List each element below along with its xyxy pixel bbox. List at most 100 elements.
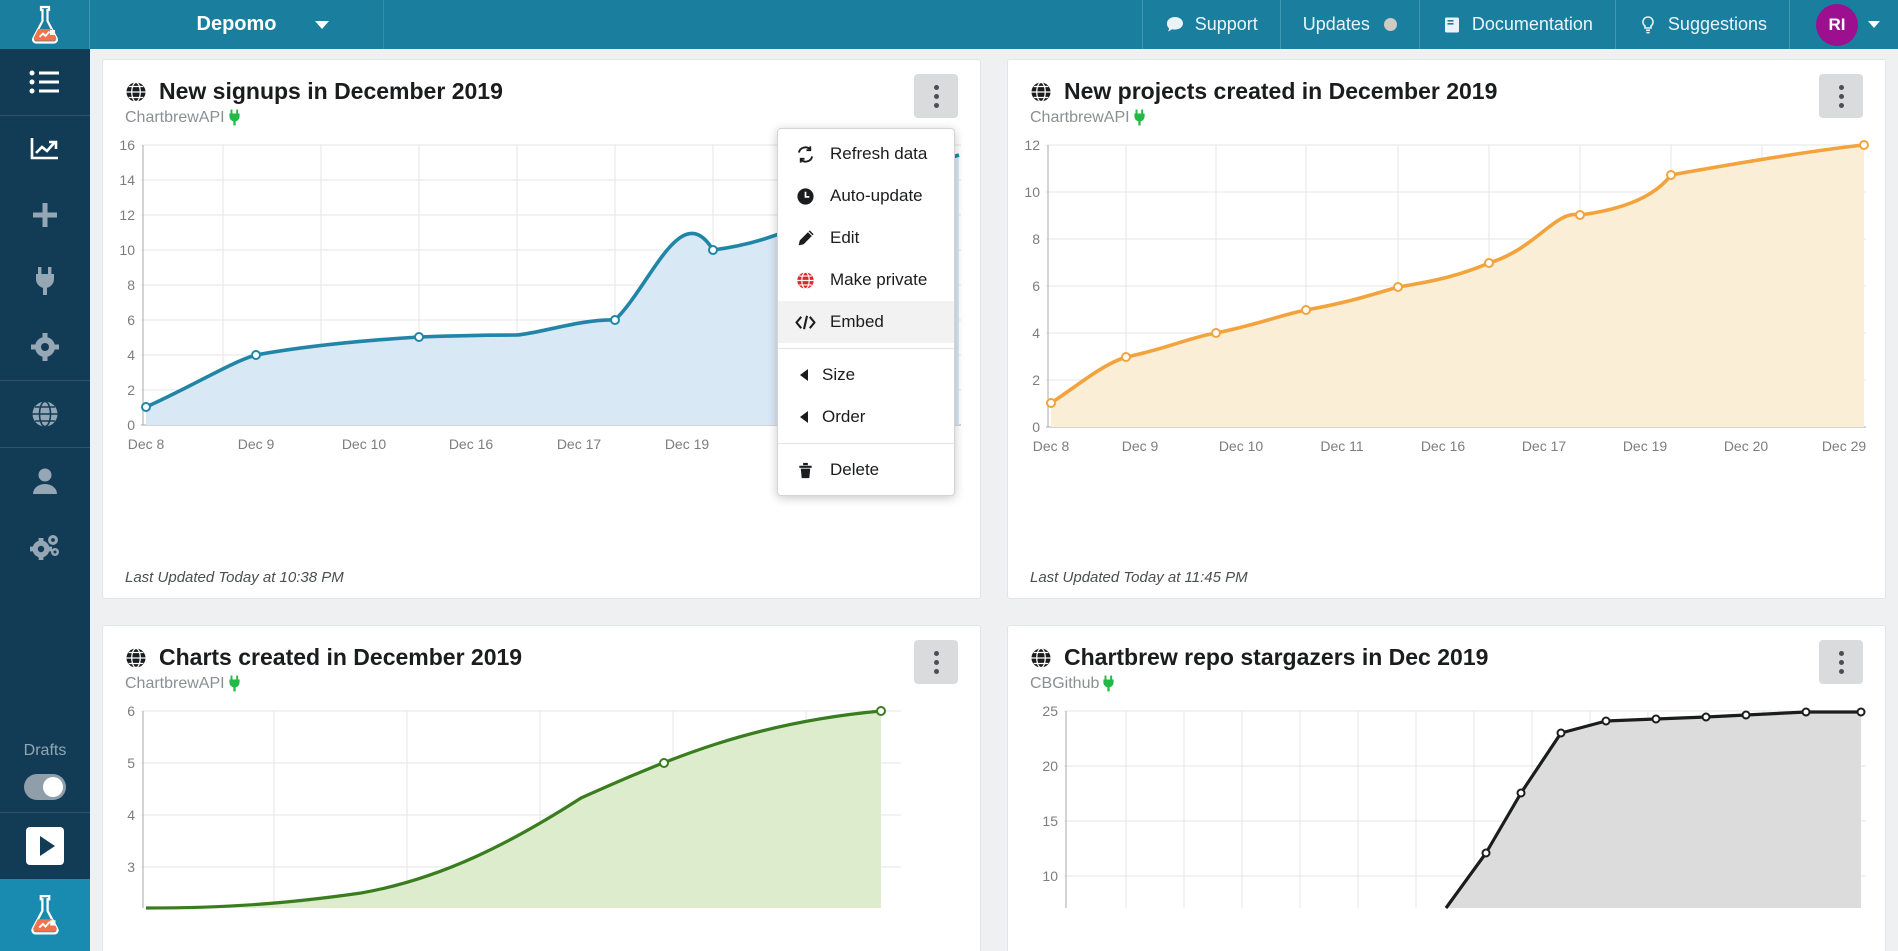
chart-canvas-charts-created: 6 5 4 3 [103, 699, 980, 918]
menu-item-label: Edit [830, 228, 859, 248]
nav-item-label: Suggestions [1668, 14, 1767, 35]
nav-item-updates[interactable]: Updates [1280, 0, 1419, 49]
last-updated: Last Updated Today at 11:45 PM [1030, 569, 1248, 586]
drafts-toggle[interactable] [0, 762, 90, 812]
chart-card-projects: New projects created in December 2019 Ch… [1007, 59, 1886, 599]
menu-item-edit[interactable]: Edit [778, 217, 954, 259]
svg-text:10: 10 [119, 242, 135, 258]
x-tick-labels: Dec 8 Dec 9 Dec 10 Dec 16 Dec 17 Dec 19 [128, 436, 710, 452]
menu-item-delete[interactable]: Delete [778, 449, 954, 491]
nav-item-suggestions[interactable]: Suggestions [1615, 0, 1789, 49]
card-source-text: CBGithub [1030, 675, 1099, 693]
sidebar-item-team-members[interactable] [0, 448, 90, 514]
svg-text:2: 2 [127, 382, 135, 398]
sidebar-item-charts[interactable] [0, 116, 90, 182]
svg-text:Dec 10: Dec 10 [1219, 438, 1264, 454]
y-tick-labels: 25 20 15 10 [1042, 703, 1058, 884]
svg-text:5: 5 [127, 755, 135, 771]
app-logo[interactable] [0, 0, 90, 49]
navbar-spacer [384, 0, 1142, 49]
svg-text:12: 12 [1024, 137, 1040, 153]
menu-item-order[interactable]: Order [778, 396, 954, 438]
sidebar-item-team-settings[interactable] [0, 514, 90, 580]
svg-text:6: 6 [127, 312, 135, 328]
chevron-down-icon [1868, 21, 1880, 28]
svg-text:14: 14 [119, 172, 135, 188]
card-title: Chartbrew repo stargazers in Dec 2019 [1030, 644, 1863, 672]
menu-item-label: Order [822, 407, 865, 427]
comment-icon [1165, 15, 1185, 35]
chart-canvas-projects: 12 10 8 6 4 2 0 [1008, 133, 1885, 532]
svg-text:15: 15 [1042, 813, 1058, 829]
svg-text:10: 10 [1042, 868, 1058, 884]
top-navbar: Depomo Support Updates Documentation Sug… [0, 0, 1898, 49]
svg-text:10: 10 [1024, 184, 1040, 200]
svg-text:Dec 16: Dec 16 [449, 436, 494, 452]
menu-item-label: Embed [830, 312, 884, 332]
sidebar-item-play[interactable] [0, 813, 90, 879]
avatar[interactable]: RI [1816, 4, 1858, 46]
sidebar-item-brand[interactable] [0, 879, 90, 951]
menu-divider [778, 348, 954, 349]
card-menu-button[interactable] [914, 640, 958, 684]
drafts-label: Drafts [0, 736, 90, 762]
svg-text:8: 8 [1032, 231, 1040, 247]
sidebar-item-project-settings[interactable] [0, 314, 90, 380]
card-menu-button[interactable] [1819, 640, 1863, 684]
menu-divider [778, 443, 954, 444]
y-tick-labels: 6 5 4 3 [127, 703, 135, 875]
nav-item-support[interactable]: Support [1142, 0, 1280, 49]
globe-icon [30, 399, 60, 429]
arrow-left-icon [800, 411, 808, 423]
last-updated: Last Updated Today at 10:38 PM [125, 569, 344, 586]
menu-item-make-private[interactable]: Make private [778, 259, 954, 301]
user-menu[interactable]: RI [1789, 0, 1898, 49]
svg-text:25: 25 [1042, 703, 1058, 719]
chart-row-2: Charts created in December 2019 Chartbre… [102, 625, 1886, 951]
card-menu-button[interactable] [914, 74, 958, 118]
globe-icon [125, 647, 147, 669]
sidebar-item-dashboard-list[interactable] [0, 49, 90, 115]
svg-text:Dec 8: Dec 8 [128, 436, 165, 452]
svg-text:16: 16 [119, 137, 135, 153]
play-icon [26, 827, 64, 865]
refresh-icon [794, 145, 816, 164]
card-title-text: New projects created in December 2019 [1064, 78, 1497, 106]
flask-logo-icon [27, 5, 63, 45]
menu-item-label: Delete [830, 460, 879, 480]
svg-text:Dec 9: Dec 9 [238, 436, 275, 452]
menu-item-size[interactable]: Size [778, 354, 954, 396]
user-icon [32, 467, 58, 495]
svg-text:Dec 20: Dec 20 [1724, 438, 1769, 454]
area-chart-charts-created: 6 5 4 3 [111, 703, 971, 913]
lightbulb-icon [1638, 15, 1658, 35]
card-title-text: Chartbrew repo stargazers in Dec 2019 [1064, 644, 1488, 672]
toggle-switch[interactable] [24, 774, 66, 800]
plug-icon [227, 675, 242, 692]
chart-row-1: New signups in December 2019 ChartbrewAP… [102, 59, 1886, 599]
card-header: New signups in December 2019 ChartbrewAP… [103, 60, 980, 133]
nav-item-documentation[interactable]: Documentation [1419, 0, 1615, 49]
area-fill [146, 711, 881, 908]
area-chart-projects: 12 10 8 6 4 2 0 [1016, 137, 1876, 527]
globe-icon [125, 81, 147, 103]
card-source: ChartbrewAPI [125, 675, 958, 693]
gear-icon [31, 333, 59, 361]
menu-item-auto-update[interactable]: Auto-update [778, 175, 954, 217]
plug-icon [1101, 675, 1116, 692]
globe-icon [1030, 647, 1052, 669]
menu-item-refresh-data[interactable]: Refresh data [778, 133, 954, 175]
sidebar-item-add-chart[interactable] [0, 182, 90, 248]
sidebar-item-connections[interactable] [0, 248, 90, 314]
sidebar-item-public-dashboard[interactable] [0, 381, 90, 447]
menu-item-embed[interactable]: Embed [778, 301, 954, 343]
area-fill [1446, 712, 1861, 908]
svg-text:20: 20 [1042, 758, 1058, 774]
project-switcher[interactable]: Depomo [90, 0, 384, 49]
menu-item-label: Auto-update [830, 186, 923, 206]
svg-text:Dec 11: Dec 11 [1320, 438, 1364, 454]
svg-text:Dec 29: Dec 29 [1822, 438, 1867, 454]
plus-icon [31, 201, 59, 229]
card-menu-button[interactable] [1819, 74, 1863, 118]
chart-card-charts-created: Charts created in December 2019 Chartbre… [102, 625, 981, 951]
